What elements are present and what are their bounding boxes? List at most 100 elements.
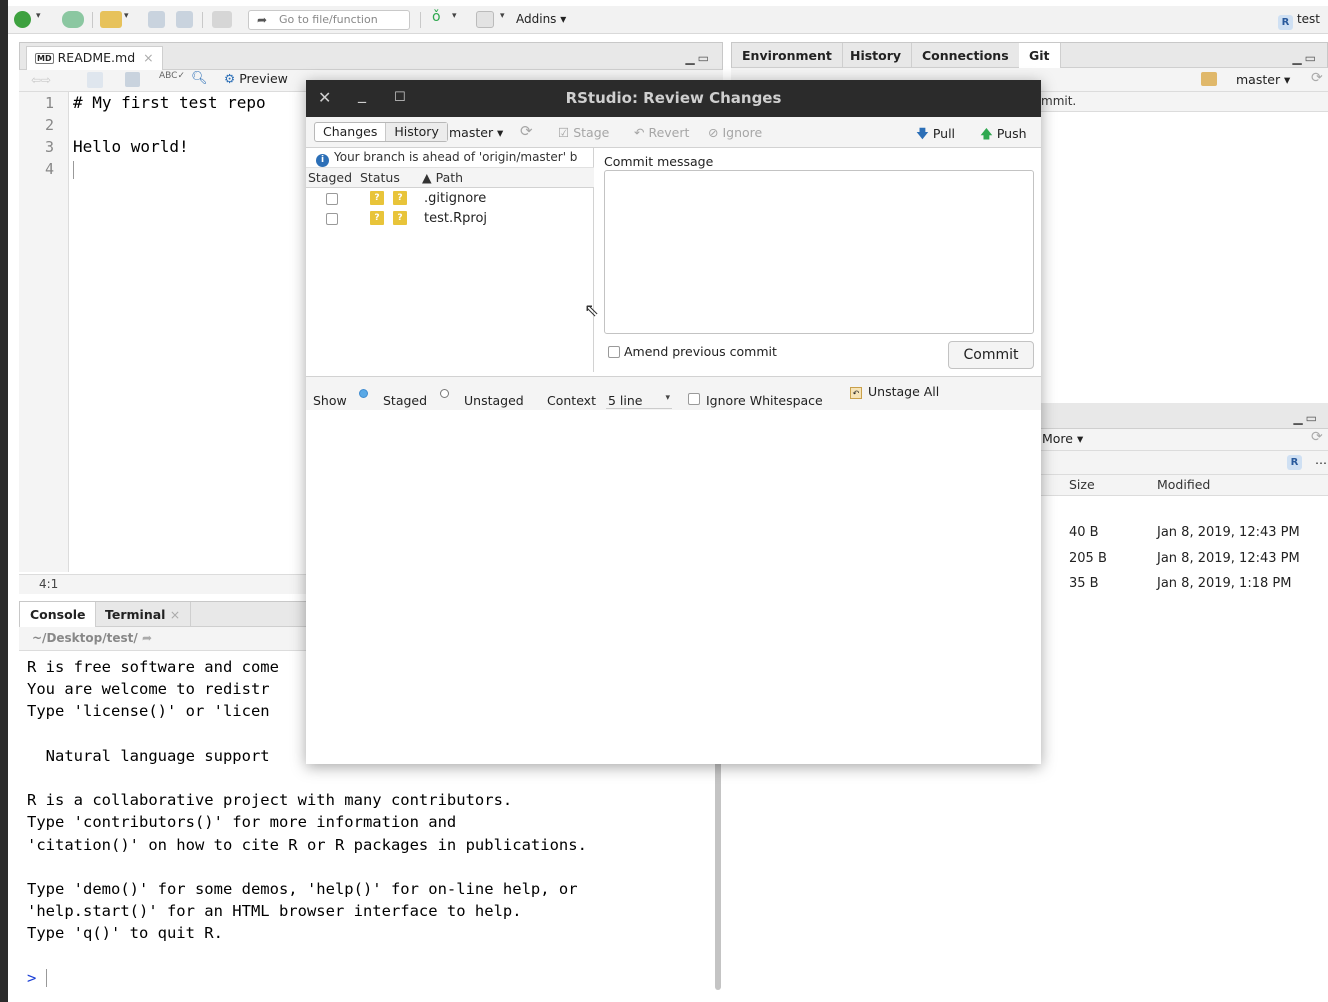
stage-checkbox-icon: ☑ bbox=[558, 125, 570, 140]
addins-menu[interactable]: Addins ▾ bbox=[516, 12, 566, 26]
refresh-icon[interactable]: ⟳ bbox=[1311, 70, 1323, 86]
changes-column-header: Staged Status ▲ Path bbox=[306, 168, 594, 188]
go-to-dir-icon[interactable]: ➦ bbox=[142, 631, 152, 645]
staged-radio[interactable] bbox=[359, 389, 368, 398]
amend-commit-toggle[interactable]: Amend previous commit bbox=[608, 344, 777, 359]
file-modified: Jan 8, 2019, 12:43 PM bbox=[1157, 550, 1300, 566]
chevron-down-icon[interactable]: ▾ bbox=[124, 11, 132, 28]
show-in-window-icon[interactable] bbox=[87, 72, 103, 88]
tab-history[interactable]: History bbox=[385, 123, 447, 141]
push-button[interactable]: 🡅 Push bbox=[980, 125, 1027, 146]
main-toolbar: ▾ ▾ ➦ Go to file/function ǒ ▾ ▾ Addins ▾… bbox=[8, 6, 1328, 34]
console-scrollbar[interactable] bbox=[715, 760, 721, 990]
git-vcs-icon[interactable]: ǒ bbox=[432, 9, 444, 26]
column-status[interactable]: Status bbox=[360, 170, 400, 185]
stage-button[interactable]: ☑ Stage bbox=[558, 125, 609, 140]
column-modified[interactable]: Modified bbox=[1157, 477, 1210, 492]
changes-list: i Your branch is ahead of 'origin/master'… bbox=[306, 148, 599, 372]
tab-close-icon[interactable]: × bbox=[143, 50, 153, 65]
more-menu[interactable]: More ▾ bbox=[1042, 431, 1083, 446]
code-editor[interactable]: # My first test repo Hello world! bbox=[73, 92, 303, 572]
pane-window-controls[interactable]: ▁▭ bbox=[1293, 411, 1320, 425]
unstaged-label: Unstaged bbox=[464, 393, 524, 408]
chevron-down-icon[interactable]: ▾ bbox=[500, 11, 508, 28]
column-path[interactable]: ▲ Path bbox=[422, 170, 463, 185]
status-untracked-icon: ? bbox=[370, 211, 384, 225]
push-arrow-icon: 🡅 bbox=[980, 126, 993, 141]
revert-button[interactable]: ↶ Revert bbox=[634, 125, 689, 140]
branch-menu[interactable]: master ▾ bbox=[1236, 72, 1290, 87]
console-line: > bbox=[27, 967, 715, 989]
chevron-down-icon[interactable]: ▾ bbox=[452, 11, 460, 28]
open-folder-icon[interactable] bbox=[100, 11, 122, 28]
tab-git[interactable]: Git bbox=[1019, 43, 1061, 69]
env-tab-bar: Environment History Connections Git ▁▭ bbox=[731, 42, 1328, 69]
list-item[interactable]: ? ? .gitignore bbox=[306, 189, 594, 209]
preview-label: Preview bbox=[239, 71, 288, 86]
tab-readme[interactable]: MD README.md × bbox=[26, 46, 163, 71]
new-project-icon[interactable] bbox=[62, 11, 84, 28]
tab-close-icon[interactable]: × bbox=[170, 607, 180, 622]
staged-checkbox[interactable] bbox=[326, 193, 338, 205]
show-label: Show bbox=[313, 393, 347, 408]
diff-toolbar: Show Staged Unstaged Context 5 line ▾ Ign… bbox=[306, 376, 1041, 410]
save-icon[interactable] bbox=[125, 72, 140, 87]
more-dots-icon[interactable]: … bbox=[1315, 453, 1327, 467]
branch-menu[interactable]: master ▾ bbox=[449, 125, 503, 140]
list-item[interactable]: ? ? test.Rproj bbox=[306, 209, 594, 229]
unstaged-radio[interactable] bbox=[440, 389, 449, 398]
tab-console[interactable]: Console bbox=[20, 602, 97, 628]
new-file-icon[interactable] bbox=[14, 11, 31, 28]
refresh-icon[interactable]: ⟳ bbox=[520, 122, 533, 140]
file-size: 205 B bbox=[1069, 550, 1107, 566]
amend-checkbox[interactable] bbox=[608, 346, 620, 358]
context-select[interactable]: 5 line ▾ bbox=[606, 391, 672, 409]
git-message-text: mmit. bbox=[1041, 94, 1077, 108]
pull-button[interactable]: 🡇 Pull bbox=[916, 125, 955, 146]
unstage-all-button[interactable]: ↶ Unstage All bbox=[850, 384, 939, 399]
dialog-title-bar[interactable]: ✕ _ ☐ RStudio: Review Changes bbox=[306, 80, 1041, 117]
pane-window-controls[interactable]: ▁▭ bbox=[1292, 51, 1319, 65]
project-menu[interactable]: Rtest bbox=[1277, 12, 1320, 30]
r-project-icon: R bbox=[1277, 15, 1293, 30]
pull-label: Pull bbox=[932, 126, 956, 141]
back-forward-icon[interactable]: ⇦⇨ bbox=[31, 73, 51, 87]
file-modified: Jan 8, 2019, 1:18 PM bbox=[1157, 576, 1292, 591]
toolbar-divider bbox=[92, 12, 93, 28]
print-icon[interactable] bbox=[212, 11, 232, 28]
project-name: test bbox=[1296, 12, 1320, 26]
goto-file-input[interactable]: ➦ Go to file/function bbox=[248, 10, 410, 30]
r-project-icon[interactable]: R bbox=[1287, 455, 1302, 470]
amend-label: Amend previous commit bbox=[624, 344, 777, 359]
line-number: 2 bbox=[44, 116, 54, 134]
chevron-down-icon[interactable]: ▾ bbox=[36, 11, 44, 28]
tab-environment[interactable]: Environment bbox=[732, 43, 843, 69]
tab-terminal[interactable]: Terminal × bbox=[95, 602, 192, 628]
column-staged[interactable]: Staged bbox=[308, 170, 352, 185]
tab-history[interactable]: History bbox=[840, 43, 913, 69]
file-path: test.Rproj bbox=[424, 211, 488, 226]
grid-layout-icon[interactable] bbox=[476, 11, 494, 28]
ignore-whitespace-checkbox[interactable] bbox=[688, 393, 700, 405]
tab-connections[interactable]: Connections bbox=[912, 43, 1020, 69]
tab-changes[interactable]: Changes bbox=[315, 123, 385, 141]
search-icon[interactable]: 🔍︎ bbox=[191, 71, 208, 86]
save-all-icon[interactable] bbox=[176, 11, 193, 28]
ignore-button[interactable]: ⊘ Ignore bbox=[708, 125, 762, 140]
preview-icon: ⚙ bbox=[224, 71, 236, 86]
staged-label: Staged bbox=[383, 393, 428, 408]
preview-button[interactable]: ⚙ Preview bbox=[224, 71, 288, 86]
column-size[interactable]: Size bbox=[1069, 477, 1095, 492]
commit-message-input[interactable] bbox=[604, 170, 1034, 334]
save-icon[interactable] bbox=[148, 11, 165, 28]
staged-checkbox[interactable] bbox=[326, 213, 338, 225]
pane-window-controls[interactable]: ▁▭ bbox=[685, 51, 712, 65]
refresh-icon[interactable]: ⟳ bbox=[1311, 429, 1323, 445]
spellcheck-icon[interactable]: ABC✓ bbox=[159, 71, 185, 81]
window-edge bbox=[0, 0, 8, 1002]
commit-button[interactable]: Commit bbox=[948, 341, 1034, 369]
ignore-label: Ignore bbox=[722, 125, 763, 140]
unstage-icon: ↶ bbox=[850, 387, 862, 399]
